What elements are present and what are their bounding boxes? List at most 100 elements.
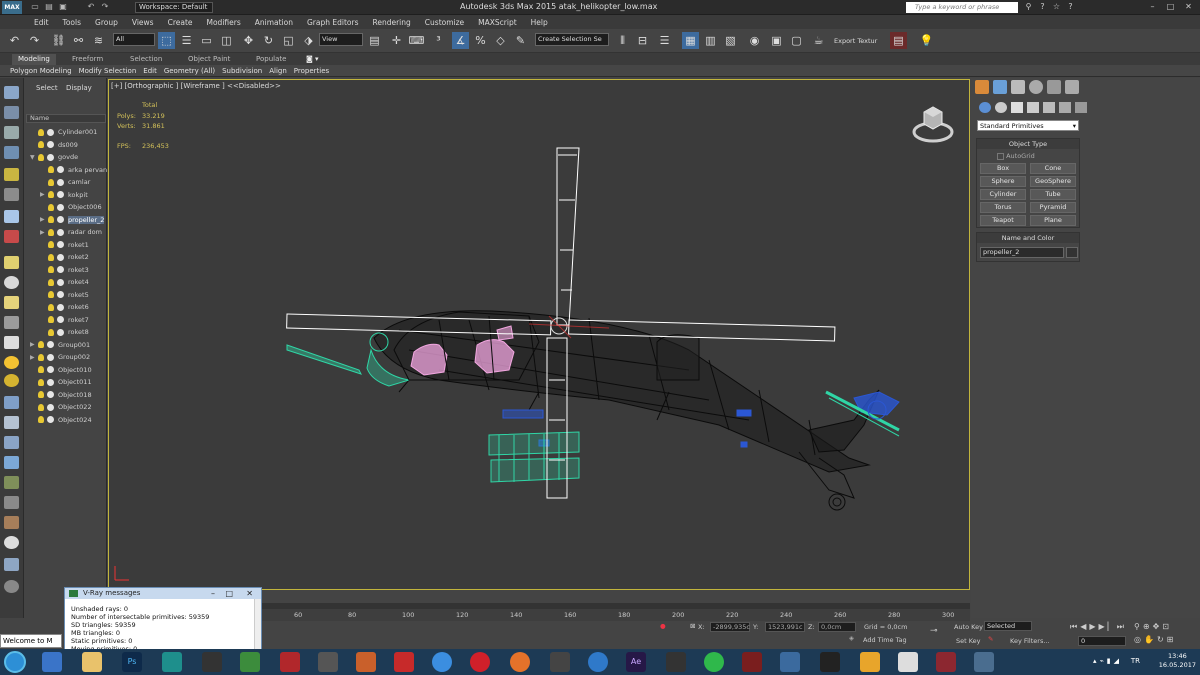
lightbulb-icon[interactable] <box>38 366 44 373</box>
explorer-item[interactable]: roket6 <box>40 301 89 313</box>
teamviewer-icon[interactable] <box>588 652 608 672</box>
flash-icon[interactable] <box>280 652 300 672</box>
select-icon[interactable] <box>4 86 19 99</box>
ribbon-options-icon[interactable]: ◙ ▾ <box>300 54 325 65</box>
percent-snap-icon[interactable]: % <box>472 32 489 49</box>
playback-controls[interactable]: ⏮◀▶▶▏⏭ <box>1070 622 1127 632</box>
utilities-tab-icon[interactable] <box>1065 80 1079 94</box>
document-icon[interactable] <box>780 652 800 672</box>
vray-icon[interactable] <box>240 652 260 672</box>
rect-selection-icon[interactable]: ▭ <box>198 32 215 49</box>
swirl-icon[interactable] <box>356 652 376 672</box>
helicopter-wireframe[interactable] <box>109 80 969 589</box>
set-key-button[interactable]: Set Key <box>956 637 981 645</box>
spinner-snap-icon[interactable]: ◇ <box>492 32 509 49</box>
star-icon[interactable]: ☆ <box>1050 1 1063 13</box>
ribbon-subdivision[interactable]: Subdivision <box>222 67 262 75</box>
lightbulb-icon[interactable] <box>48 291 54 298</box>
visibility-icon[interactable] <box>57 203 64 211</box>
rendered-frame-icon[interactable]: ▢ <box>788 32 805 49</box>
explorer-item[interactable]: ▶ Group001 <box>30 339 90 351</box>
red-app-icon[interactable] <box>742 652 762 672</box>
search-input[interactable]: Type a keyword or phrase <box>906 2 1018 13</box>
export-textures-label[interactable]: Export Textur <box>834 37 877 45</box>
visibility-icon[interactable] <box>57 216 64 223</box>
ref-coord-dropdown[interactable]: View <box>319 33 363 46</box>
tab-object-paint[interactable]: Object Paint <box>182 54 236 65</box>
visibility-icon[interactable] <box>57 278 64 286</box>
menu-customize[interactable]: Customize <box>425 18 464 27</box>
undo-icon[interactable]: ↶ <box>86 2 96 12</box>
create-tab-icon[interactable] <box>975 80 989 94</box>
maximize-button[interactable]: □ <box>225 588 233 599</box>
xrefs-icon[interactable] <box>4 316 19 329</box>
acrobat-icon[interactable] <box>394 652 414 672</box>
explorer-item[interactable]: roket7 <box>40 314 89 326</box>
visibility-icon[interactable] <box>57 191 64 198</box>
cameras-icon[interactable] <box>1027 102 1039 113</box>
chevron-right-icon[interactable]: ▶ <box>30 341 38 348</box>
chevron-right-icon[interactable]: ▶ <box>40 229 48 236</box>
tab-selection[interactable]: Selection <box>124 54 168 65</box>
sphere-icon[interactable] <box>4 536 19 549</box>
lightbulb-icon[interactable] <box>38 153 44 161</box>
select-manipulate-icon[interactable]: ✛ <box>388 32 405 49</box>
save-file-icon[interactable]: ▣ <box>58 2 68 12</box>
visibility-icon[interactable] <box>57 316 64 323</box>
visibility-icon[interactable] <box>47 341 54 348</box>
menu-create[interactable]: Create <box>168 18 193 27</box>
system-clock[interactable]: 13:46 16.05.2017 <box>1159 652 1196 670</box>
object-color-swatch[interactable] <box>1066 247 1078 258</box>
hidden-icon[interactable] <box>4 436 19 449</box>
after-effects-icon[interactable]: Ae <box>626 652 646 672</box>
motion-tab-icon[interactable] <box>1029 80 1043 94</box>
chevron-right-icon[interactable]: ▶ <box>30 354 38 361</box>
viewport-orbit-controls[interactable]: ◎✋↻⊞ <box>1134 635 1176 644</box>
select-by-name-icon[interactable]: ☰ <box>178 32 195 49</box>
groups-icon[interactable] <box>4 296 19 309</box>
chevron-right-icon[interactable]: ▶ <box>40 216 48 223</box>
particle-icon[interactable] <box>4 374 19 387</box>
material-editor-icon[interactable]: ◉ <box>746 32 763 49</box>
maxscript-listener[interactable]: Welcome to M <box>0 634 62 648</box>
menu-help[interactable]: Help <box>531 18 548 27</box>
bone-icon[interactable] <box>4 336 19 349</box>
lightbulb-icon[interactable] <box>48 316 54 323</box>
lightbulb-icon[interactable] <box>48 253 54 261</box>
systems-icon[interactable] <box>1075 102 1087 113</box>
minimize-button[interactable]: – <box>1146 1 1159 13</box>
explorer-item[interactable]: Object006 <box>40 201 102 213</box>
photoshop-icon[interactable]: Ps <box>122 652 142 672</box>
sun-icon[interactable] <box>4 356 19 369</box>
edit-named-sets-icon[interactable]: ✎ <box>512 32 529 49</box>
lightbulb-icon[interactable] <box>48 203 54 211</box>
visibility-icon[interactable] <box>57 166 64 173</box>
geometry-icon[interactable] <box>4 188 19 201</box>
options-icon[interactable] <box>4 580 19 593</box>
explorer-item[interactable]: roket5 <box>40 289 89 301</box>
explorer-item[interactable]: roket4 <box>40 276 89 288</box>
autogrid-checkbox[interactable]: AutoGrid <box>997 152 1035 160</box>
visibility-icon[interactable] <box>57 303 64 311</box>
monitor-icon[interactable] <box>974 652 994 672</box>
modify-tab-icon[interactable] <box>993 80 1007 94</box>
hierarchy-tab-icon[interactable] <box>1011 80 1025 94</box>
chevron-down-icon[interactable]: ▼ <box>30 154 38 161</box>
container-icon[interactable] <box>4 396 19 409</box>
menu-modifiers[interactable]: Modifiers <box>207 18 241 27</box>
ribbon-align[interactable]: Align <box>269 67 287 75</box>
visibility-icon[interactable] <box>47 378 54 386</box>
visibility-icon[interactable] <box>47 141 54 148</box>
tab-freeform[interactable]: Freeform <box>66 54 109 65</box>
lightbulb-icon[interactable] <box>48 191 54 198</box>
maximize-button[interactable]: □ <box>1164 1 1177 13</box>
binoculars-icon[interactable]: ⚲ <box>1022 1 1035 13</box>
box-button[interactable]: Box <box>980 163 1026 174</box>
power-icon[interactable] <box>666 652 686 672</box>
minimize-button[interactable]: – <box>211 588 215 599</box>
filter-icon[interactable] <box>4 476 19 489</box>
explorer-item[interactable]: Object022 <box>30 401 92 413</box>
window-crossing-icon[interactable]: ◫ <box>218 32 235 49</box>
info-icon[interactable]: ? <box>1064 1 1077 13</box>
geosphere-button[interactable]: GeoSphere <box>1030 176 1076 187</box>
